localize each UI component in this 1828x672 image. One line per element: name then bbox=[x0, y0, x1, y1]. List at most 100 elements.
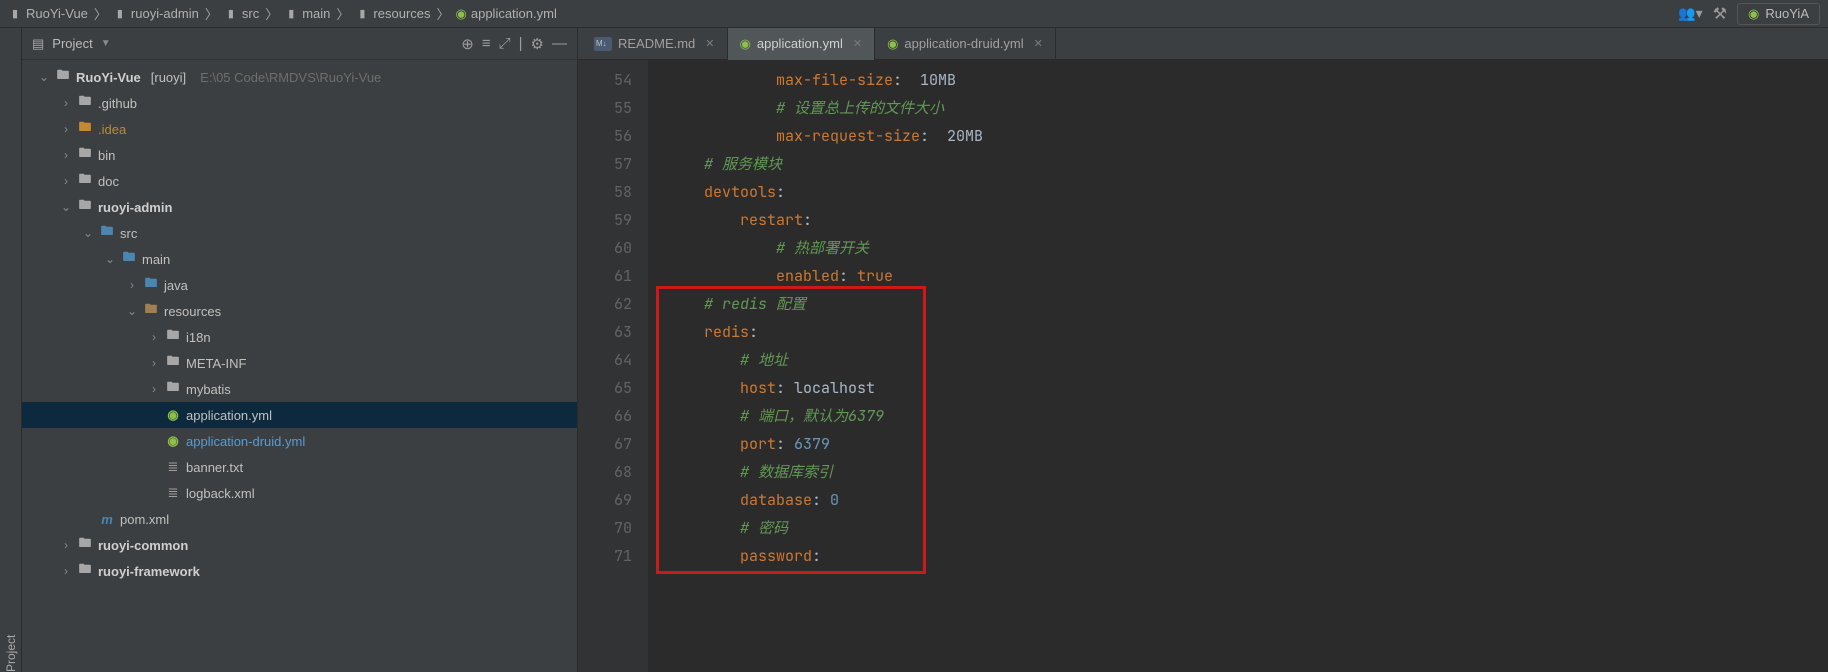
tree-twisty[interactable]: › bbox=[148, 356, 160, 370]
tree-item[interactable]: mpom.xml bbox=[22, 506, 577, 532]
token-val: : bbox=[803, 210, 812, 230]
token-val: : bbox=[749, 322, 758, 342]
line-number: 60 bbox=[578, 234, 632, 262]
breadcrumb-label: application.yml bbox=[471, 6, 557, 21]
locate-icon[interactable]: ⊕ bbox=[461, 35, 474, 53]
code-line[interactable]: devtools: bbox=[648, 178, 1828, 206]
editor-tab[interactable]: ◉application.yml✕ bbox=[728, 28, 876, 60]
project-tree[interactable]: ⌄🖿RuoYi-Vue[ruoyi]E:\05 Code\RMDVS\RuoYi… bbox=[22, 60, 577, 672]
tree-twisty[interactable]: › bbox=[148, 330, 160, 344]
tree-twisty[interactable]: ⌄ bbox=[126, 304, 138, 318]
editor-tab[interactable]: M↓README.md✕ bbox=[582, 28, 728, 60]
code-content[interactable]: max-file-size: 10MB # 设置总上传的文件大小 max-req… bbox=[648, 60, 1828, 672]
tree-item[interactable]: ›🖿bin bbox=[22, 142, 577, 168]
breadcrumb-item[interactable]: ▮src bbox=[224, 6, 259, 21]
build-icon[interactable]: ⚒ bbox=[1713, 4, 1727, 24]
account-icon[interactable]: 👥▾ bbox=[1678, 5, 1702, 22]
file-icon: ≣ bbox=[166, 485, 180, 501]
line-number: 54 bbox=[578, 66, 632, 94]
token-val: 20MB bbox=[947, 126, 983, 146]
code-line[interactable]: password: bbox=[648, 542, 1828, 570]
breadcrumb-item[interactable]: ▮main bbox=[284, 6, 330, 21]
token-comment: # 服务模块 bbox=[704, 154, 782, 174]
tree-item[interactable]: ≣logback.xml bbox=[22, 480, 577, 506]
code-line[interactable]: max-file-size: 10MB bbox=[648, 66, 1828, 94]
spring-icon: ◉ bbox=[456, 6, 467, 22]
tree-twisty[interactable]: › bbox=[60, 148, 72, 162]
tree-item[interactable]: ›🖿.github bbox=[22, 90, 577, 116]
close-icon[interactable]: ✕ bbox=[705, 37, 714, 50]
tree-item[interactable]: ›🖿mybatis bbox=[22, 376, 577, 402]
tree-twisty[interactable]: › bbox=[60, 564, 72, 578]
token-val: : bbox=[776, 434, 794, 454]
tree-item[interactable]: ›🖿ruoyi-framework bbox=[22, 558, 577, 584]
editor[interactable]: 545556575859606162636465666768697071 max… bbox=[578, 60, 1828, 672]
tree-item[interactable]: ›🖿doc bbox=[22, 168, 577, 194]
tree-item[interactable]: ≣banner.txt bbox=[22, 454, 577, 480]
tree-item[interactable]: ⌄🖿ruoyi-admin bbox=[22, 194, 577, 220]
tree-twisty[interactable]: › bbox=[148, 382, 160, 396]
line-number: 58 bbox=[578, 178, 632, 206]
tree-twisty[interactable]: › bbox=[126, 278, 138, 292]
line-number: 67 bbox=[578, 430, 632, 458]
sidebar-project-gutter[interactable]: Project bbox=[0, 28, 22, 672]
close-icon[interactable]: ✕ bbox=[853, 37, 862, 50]
breadcrumb-item[interactable]: ▮RuoYi-Vue bbox=[8, 6, 88, 21]
gear-icon[interactable]: ⚙ bbox=[531, 35, 544, 53]
run-config-dropdown[interactable]: ◉ RuoYiA bbox=[1737, 3, 1820, 25]
tree-item[interactable]: ⌄🖿resources bbox=[22, 298, 577, 324]
tree-item-label: META-INF bbox=[186, 356, 246, 371]
code-line[interactable]: # 热部署开关 bbox=[648, 234, 1828, 262]
code-line[interactable]: redis: bbox=[648, 318, 1828, 346]
chevron-right-icon: 〉 bbox=[336, 4, 349, 23]
code-line[interactable]: # 端口，默认为6379 bbox=[648, 402, 1828, 430]
breadcrumb-label: main bbox=[302, 6, 330, 21]
tree-item[interactable]: ›🖿META-INF bbox=[22, 350, 577, 376]
code-line[interactable]: host: localhost bbox=[648, 374, 1828, 402]
tree-twisty[interactable]: › bbox=[60, 122, 72, 136]
tree-twisty[interactable]: ⌄ bbox=[82, 226, 94, 240]
code-line[interactable]: port: 6379 bbox=[648, 430, 1828, 458]
tree-item[interactable]: ◉application.yml bbox=[22, 402, 577, 428]
tree-twisty[interactable]: ⌄ bbox=[104, 252, 116, 266]
breadcrumbs[interactable]: ▮RuoYi-Vue〉▮ruoyi-admin〉▮src〉▮main〉▮reso… bbox=[8, 4, 557, 23]
code-line[interactable]: # 服务模块 bbox=[648, 150, 1828, 178]
project-dropdown-icon[interactable]: ▼ bbox=[101, 38, 111, 49]
editor-tab[interactable]: ◉application-druid.yml✕ bbox=[875, 28, 1056, 60]
code-line[interactable]: enabled: true bbox=[648, 262, 1828, 290]
folder-icon: 🖿 bbox=[166, 326, 180, 348]
tree-item[interactable]: ›🖿.idea bbox=[22, 116, 577, 142]
tree-item[interactable]: ⌄🖿RuoYi-Vue[ruoyi]E:\05 Code\RMDVS\RuoYi… bbox=[22, 64, 577, 90]
tree-item[interactable]: ›🖿java bbox=[22, 272, 577, 298]
breadcrumb-item[interactable]: ◉ application.yml bbox=[456, 6, 557, 22]
close-icon[interactable]: ✕ bbox=[1034, 37, 1043, 50]
tree-twisty[interactable]: › bbox=[60, 538, 72, 552]
tree-item[interactable]: ›🖿i18n bbox=[22, 324, 577, 350]
tree-twisty[interactable]: ⌄ bbox=[60, 200, 72, 214]
code-line[interactable]: # 数据库索引 bbox=[648, 458, 1828, 486]
tree-item[interactable]: ◉application-druid.yml bbox=[22, 428, 577, 454]
collapse-icon[interactable]: ⤢ bbox=[499, 35, 511, 52]
tree-twisty[interactable]: › bbox=[60, 96, 72, 110]
editor-tabs[interactable]: M↓README.md✕◉application.yml✕◉applicatio… bbox=[578, 28, 1828, 60]
code-line[interactable]: # 密码 bbox=[648, 514, 1828, 542]
chevron-right-icon: 〉 bbox=[94, 4, 107, 23]
tree-item[interactable]: ⌄🖿src bbox=[22, 220, 577, 246]
code-line[interactable]: # redis 配置 bbox=[648, 290, 1828, 318]
tree-item-label: java bbox=[164, 278, 188, 293]
code-line[interactable]: max-request-size: 20MB bbox=[648, 122, 1828, 150]
chevron-right-icon: 〉 bbox=[205, 4, 218, 23]
breadcrumb-item[interactable]: ▮resources bbox=[355, 6, 430, 21]
expand-icon[interactable]: ≡ bbox=[482, 35, 491, 52]
minimize-icon[interactable]: — bbox=[552, 35, 567, 52]
code-line[interactable]: restart: bbox=[648, 206, 1828, 234]
tree-twisty[interactable]: ⌄ bbox=[38, 70, 50, 84]
tree-item[interactable]: ⌄🖿main bbox=[22, 246, 577, 272]
tree-twisty[interactable]: › bbox=[60, 174, 72, 188]
code-line[interactable]: # 地址 bbox=[648, 346, 1828, 374]
code-line[interactable]: database: 0 bbox=[648, 486, 1828, 514]
editor-tab-label: application-druid.yml bbox=[904, 36, 1023, 51]
breadcrumb-item[interactable]: ▮ruoyi-admin bbox=[113, 6, 199, 21]
tree-item[interactable]: ›🖿ruoyi-common bbox=[22, 532, 577, 558]
code-line[interactable]: # 设置总上传的文件大小 bbox=[648, 94, 1828, 122]
